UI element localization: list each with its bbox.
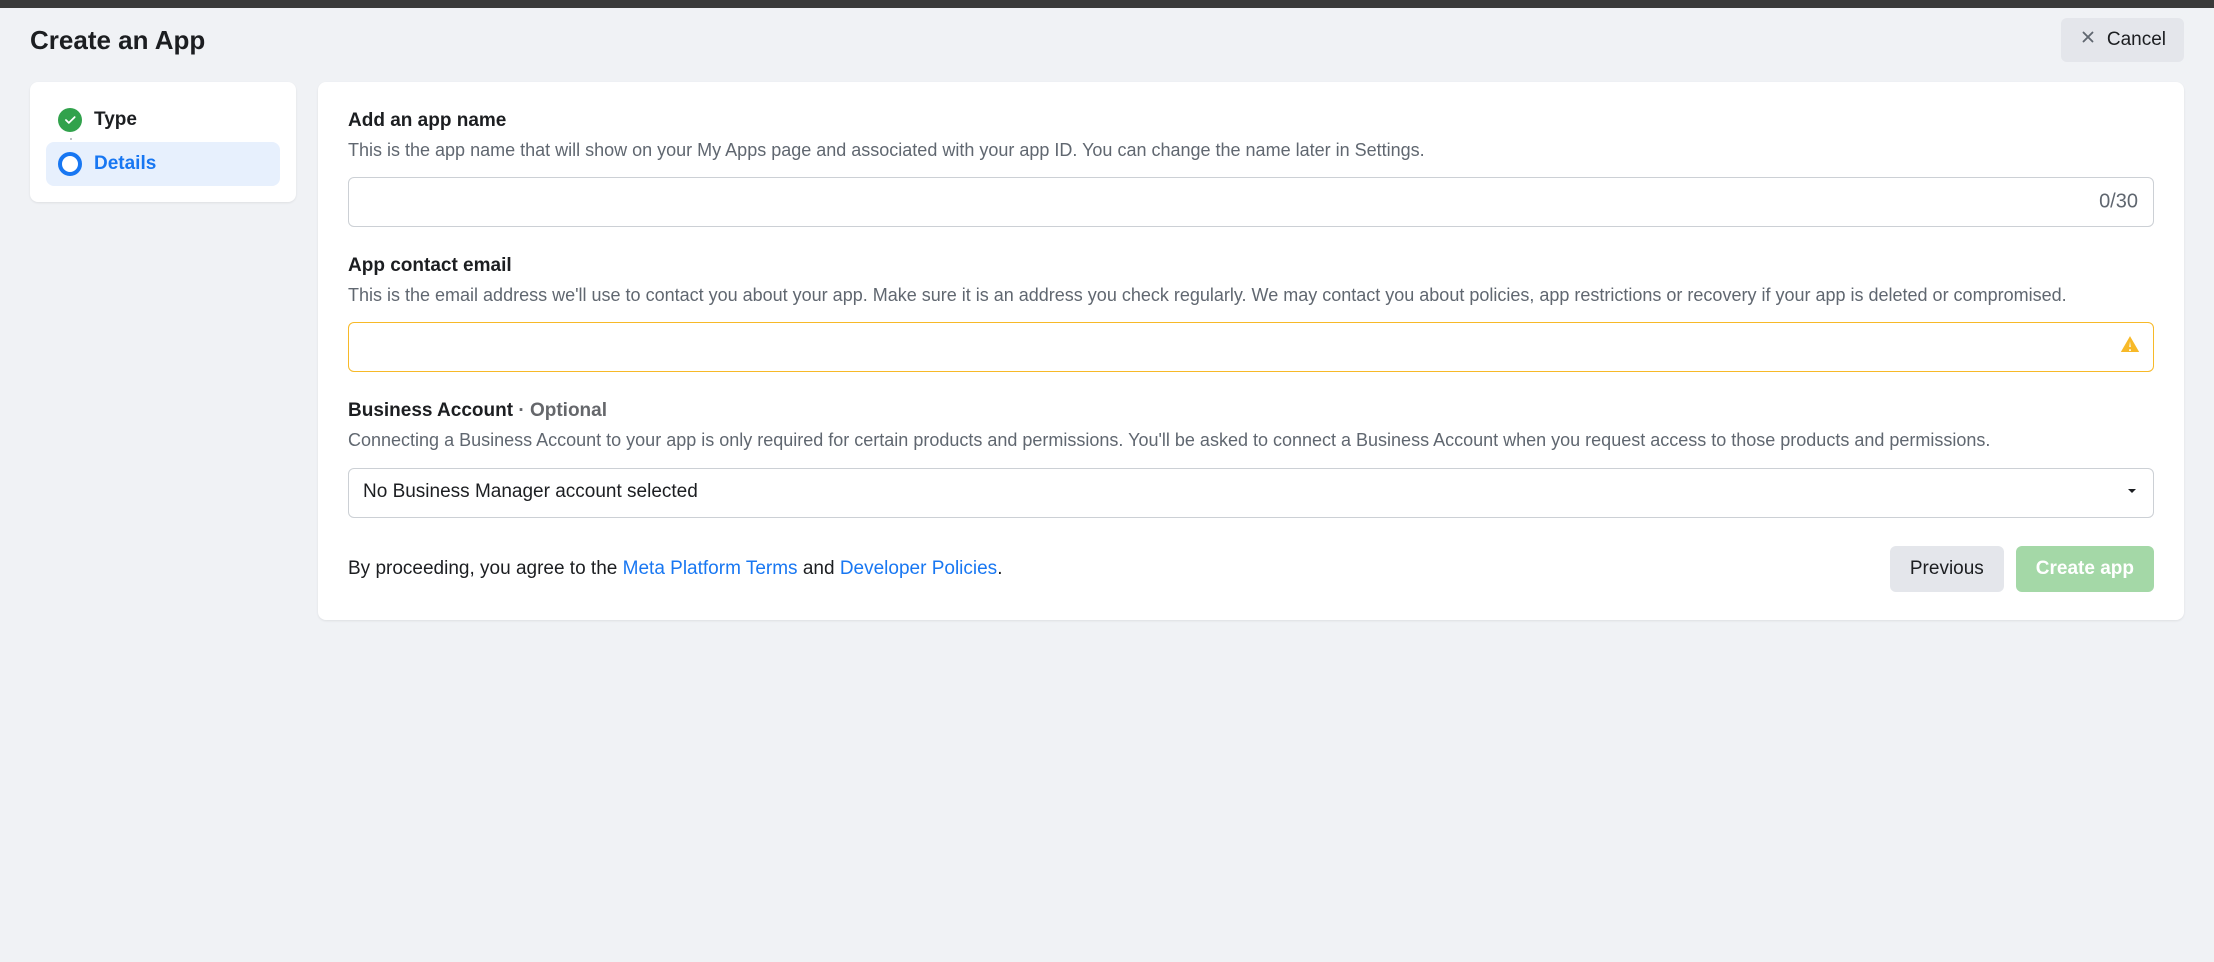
contact-email-desc: This is the email address we'll use to c… [348,283,2154,308]
terms-link[interactable]: Meta Platform Terms [623,558,798,579]
agree-mid: and [798,558,840,579]
char-counter: 0/30 [2099,191,2138,214]
field-contact-email: App contact email This is the email addr… [348,255,2154,372]
stepper-sidebar: Type Details [30,82,296,202]
close-icon [2079,28,2097,52]
footer-row: By proceeding, you agree to the Meta Pla… [348,546,2154,592]
warning-icon [2120,335,2140,360]
agree-prefix: By proceeding, you agree to the [348,558,623,579]
page-header: Create an App Cancel [0,8,2214,82]
agreement-text: By proceeding, you agree to the Meta Pla… [348,558,1002,580]
business-account-desc: Connecting a Business Account to your ap… [348,428,2154,453]
field-app-name: Add an app name This is the app name tha… [348,110,2154,227]
previous-button[interactable]: Previous [1890,546,2004,592]
optional-label: · Optional [513,400,607,421]
business-account-title: Business Account · Optional [348,400,2154,422]
agree-suffix: . [997,558,1002,579]
business-account-select-wrapper: No Business Manager account selected [348,468,2154,518]
button-row: Previous Create app [1890,546,2154,592]
business-account-title-text: Business Account [348,400,513,421]
content-area: Type Details Add an app name This is the… [0,82,2214,650]
cancel-label: Cancel [2107,29,2166,51]
app-name-desc: This is the app name that will show on y… [348,138,2154,163]
main-panel: Add an app name This is the app name tha… [318,82,2184,620]
create-app-button[interactable]: Create app [2016,546,2154,592]
contact-email-input[interactable] [348,322,2154,372]
page-title: Create an App [30,25,205,56]
app-name-input[interactable] [348,177,2154,227]
cancel-button[interactable]: Cancel [2061,18,2184,62]
window-top-bar [0,0,2214,8]
step-label: Details [94,153,156,175]
step-type[interactable]: Type [46,98,280,142]
contact-email-title: App contact email [348,255,2154,277]
field-business-account: Business Account · Optional Connecting a… [348,400,2154,517]
checkmark-icon [58,108,82,132]
contact-email-input-wrapper [348,322,2154,372]
step-label: Type [94,109,137,131]
app-name-title: Add an app name [348,110,2154,132]
circle-icon [58,152,82,176]
business-account-select[interactable]: No Business Manager account selected [348,468,2154,518]
app-name-input-wrapper: 0/30 [348,177,2154,227]
step-details[interactable]: Details [46,142,280,186]
policies-link[interactable]: Developer Policies [840,558,997,579]
